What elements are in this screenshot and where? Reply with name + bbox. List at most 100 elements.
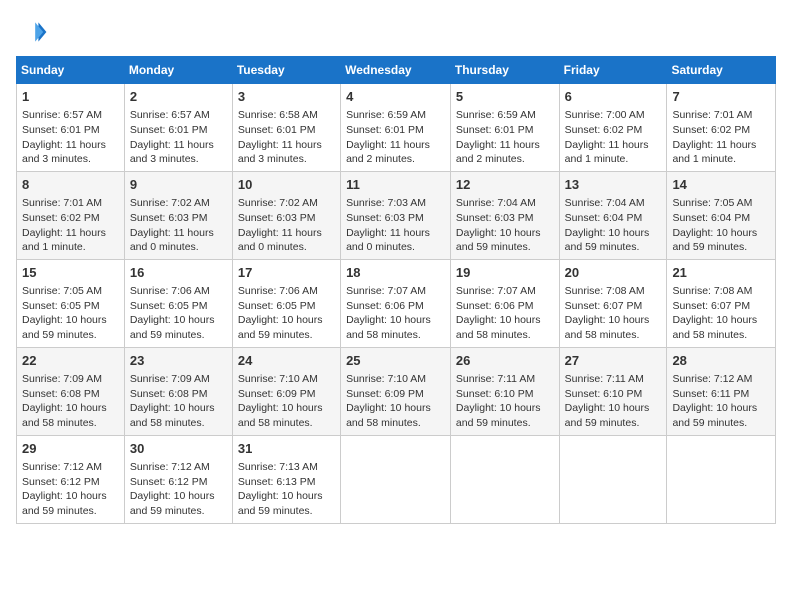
- calendar-cell: 20 Sunrise: 7:08 AM Sunset: 6:07 PM Dayl…: [559, 259, 667, 347]
- day-info: Sunrise: 7:13 AM Sunset: 6:13 PM Dayligh…: [238, 460, 335, 519]
- calendar-week-row: 22 Sunrise: 7:09 AM Sunset: 6:08 PM Dayl…: [17, 347, 776, 435]
- day-info: Sunrise: 7:05 AM Sunset: 6:05 PM Dayligh…: [22, 284, 119, 343]
- day-number: 23: [130, 352, 227, 370]
- day-info: Sunrise: 6:57 AM Sunset: 6:01 PM Dayligh…: [130, 108, 227, 167]
- day-info: Sunrise: 7:06 AM Sunset: 6:05 PM Dayligh…: [238, 284, 335, 343]
- day-info: Sunrise: 7:04 AM Sunset: 6:03 PM Dayligh…: [456, 196, 554, 255]
- calendar-cell: 17 Sunrise: 7:06 AM Sunset: 6:05 PM Dayl…: [232, 259, 340, 347]
- weekday-header: Friday: [559, 57, 667, 84]
- day-info: Sunrise: 7:07 AM Sunset: 6:06 PM Dayligh…: [456, 284, 554, 343]
- calendar-cell: 6 Sunrise: 7:00 AM Sunset: 6:02 PM Dayli…: [559, 84, 667, 172]
- calendar-cell: 15 Sunrise: 7:05 AM Sunset: 6:05 PM Dayl…: [17, 259, 125, 347]
- day-number: 6: [565, 88, 662, 106]
- day-number: 31: [238, 440, 335, 458]
- calendar-cell: 8 Sunrise: 7:01 AM Sunset: 6:02 PM Dayli…: [17, 171, 125, 259]
- day-number: 26: [456, 352, 554, 370]
- day-number: 22: [22, 352, 119, 370]
- day-info: Sunrise: 7:12 AM Sunset: 6:11 PM Dayligh…: [672, 372, 770, 431]
- weekday-header-row: SundayMondayTuesdayWednesdayThursdayFrid…: [17, 57, 776, 84]
- calendar-week-row: 15 Sunrise: 7:05 AM Sunset: 6:05 PM Dayl…: [17, 259, 776, 347]
- calendar-cell: 19 Sunrise: 7:07 AM Sunset: 6:06 PM Dayl…: [450, 259, 559, 347]
- day-number: 5: [456, 88, 554, 106]
- day-number: 14: [672, 176, 770, 194]
- calendar-cell: 18 Sunrise: 7:07 AM Sunset: 6:06 PM Dayl…: [341, 259, 451, 347]
- calendar-cell: 31 Sunrise: 7:13 AM Sunset: 6:13 PM Dayl…: [232, 435, 340, 523]
- day-number: 12: [456, 176, 554, 194]
- weekday-header: Wednesday: [341, 57, 451, 84]
- day-number: 7: [672, 88, 770, 106]
- day-info: Sunrise: 7:11 AM Sunset: 6:10 PM Dayligh…: [456, 372, 554, 431]
- calendar-cell: 12 Sunrise: 7:04 AM Sunset: 6:03 PM Dayl…: [450, 171, 559, 259]
- day-info: Sunrise: 7:01 AM Sunset: 6:02 PM Dayligh…: [22, 196, 119, 255]
- calendar-cell: 2 Sunrise: 6:57 AM Sunset: 6:01 PM Dayli…: [124, 84, 232, 172]
- day-number: 20: [565, 264, 662, 282]
- calendar-week-row: 1 Sunrise: 6:57 AM Sunset: 6:01 PM Dayli…: [17, 84, 776, 172]
- calendar-cell: 29 Sunrise: 7:12 AM Sunset: 6:12 PM Dayl…: [17, 435, 125, 523]
- calendar-table: SundayMondayTuesdayWednesdayThursdayFrid…: [16, 56, 776, 524]
- day-info: Sunrise: 7:02 AM Sunset: 6:03 PM Dayligh…: [130, 196, 227, 255]
- day-info: Sunrise: 7:10 AM Sunset: 6:09 PM Dayligh…: [346, 372, 445, 431]
- day-number: 16: [130, 264, 227, 282]
- day-info: Sunrise: 6:57 AM Sunset: 6:01 PM Dayligh…: [22, 108, 119, 167]
- calendar-cell: 14 Sunrise: 7:05 AM Sunset: 6:04 PM Dayl…: [667, 171, 776, 259]
- calendar-cell: [450, 435, 559, 523]
- day-number: 17: [238, 264, 335, 282]
- day-number: 18: [346, 264, 445, 282]
- day-info: Sunrise: 7:03 AM Sunset: 6:03 PM Dayligh…: [346, 196, 445, 255]
- day-info: Sunrise: 7:08 AM Sunset: 6:07 PM Dayligh…: [672, 284, 770, 343]
- calendar-cell: 5 Sunrise: 6:59 AM Sunset: 6:01 PM Dayli…: [450, 84, 559, 172]
- day-number: 25: [346, 352, 445, 370]
- day-number: 11: [346, 176, 445, 194]
- day-info: Sunrise: 6:59 AM Sunset: 6:01 PM Dayligh…: [456, 108, 554, 167]
- day-number: 15: [22, 264, 119, 282]
- day-number: 3: [238, 88, 335, 106]
- day-info: Sunrise: 7:07 AM Sunset: 6:06 PM Dayligh…: [346, 284, 445, 343]
- calendar-cell: [341, 435, 451, 523]
- calendar-week-row: 8 Sunrise: 7:01 AM Sunset: 6:02 PM Dayli…: [17, 171, 776, 259]
- calendar-cell: 11 Sunrise: 7:03 AM Sunset: 6:03 PM Dayl…: [341, 171, 451, 259]
- calendar-cell: 9 Sunrise: 7:02 AM Sunset: 6:03 PM Dayli…: [124, 171, 232, 259]
- day-info: Sunrise: 7:09 AM Sunset: 6:08 PM Dayligh…: [130, 372, 227, 431]
- calendar-cell: 25 Sunrise: 7:10 AM Sunset: 6:09 PM Dayl…: [341, 347, 451, 435]
- day-info: Sunrise: 7:06 AM Sunset: 6:05 PM Dayligh…: [130, 284, 227, 343]
- calendar-cell: [559, 435, 667, 523]
- header: [16, 16, 776, 48]
- day-number: 29: [22, 440, 119, 458]
- day-number: 2: [130, 88, 227, 106]
- calendar-cell: 24 Sunrise: 7:10 AM Sunset: 6:09 PM Dayl…: [232, 347, 340, 435]
- logo-icon: [16, 16, 48, 48]
- calendar-week-row: 29 Sunrise: 7:12 AM Sunset: 6:12 PM Dayl…: [17, 435, 776, 523]
- day-number: 10: [238, 176, 335, 194]
- day-info: Sunrise: 7:11 AM Sunset: 6:10 PM Dayligh…: [565, 372, 662, 431]
- page-container: SundayMondayTuesdayWednesdayThursdayFrid…: [16, 16, 776, 524]
- day-info: Sunrise: 7:10 AM Sunset: 6:09 PM Dayligh…: [238, 372, 335, 431]
- calendar-cell: 4 Sunrise: 6:59 AM Sunset: 6:01 PM Dayli…: [341, 84, 451, 172]
- day-info: Sunrise: 7:02 AM Sunset: 6:03 PM Dayligh…: [238, 196, 335, 255]
- calendar-cell: 27 Sunrise: 7:11 AM Sunset: 6:10 PM Dayl…: [559, 347, 667, 435]
- day-number: 30: [130, 440, 227, 458]
- day-info: Sunrise: 7:09 AM Sunset: 6:08 PM Dayligh…: [22, 372, 119, 431]
- weekday-header: Tuesday: [232, 57, 340, 84]
- day-info: Sunrise: 6:59 AM Sunset: 6:01 PM Dayligh…: [346, 108, 445, 167]
- calendar-cell: 23 Sunrise: 7:09 AM Sunset: 6:08 PM Dayl…: [124, 347, 232, 435]
- weekday-header: Sunday: [17, 57, 125, 84]
- calendar-cell: 22 Sunrise: 7:09 AM Sunset: 6:08 PM Dayl…: [17, 347, 125, 435]
- weekday-header: Monday: [124, 57, 232, 84]
- day-number: 1: [22, 88, 119, 106]
- day-number: 8: [22, 176, 119, 194]
- calendar-cell: 26 Sunrise: 7:11 AM Sunset: 6:10 PM Dayl…: [450, 347, 559, 435]
- calendar-cell: 10 Sunrise: 7:02 AM Sunset: 6:03 PM Dayl…: [232, 171, 340, 259]
- day-number: 4: [346, 88, 445, 106]
- day-info: Sunrise: 7:01 AM Sunset: 6:02 PM Dayligh…: [672, 108, 770, 167]
- logo: [16, 16, 52, 48]
- calendar-cell: 3 Sunrise: 6:58 AM Sunset: 6:01 PM Dayli…: [232, 84, 340, 172]
- day-info: Sunrise: 7:00 AM Sunset: 6:02 PM Dayligh…: [565, 108, 662, 167]
- calendar-cell: 21 Sunrise: 7:08 AM Sunset: 6:07 PM Dayl…: [667, 259, 776, 347]
- calendar-cell: 16 Sunrise: 7:06 AM Sunset: 6:05 PM Dayl…: [124, 259, 232, 347]
- weekday-header: Thursday: [450, 57, 559, 84]
- day-number: 24: [238, 352, 335, 370]
- day-info: Sunrise: 6:58 AM Sunset: 6:01 PM Dayligh…: [238, 108, 335, 167]
- calendar-cell: 1 Sunrise: 6:57 AM Sunset: 6:01 PM Dayli…: [17, 84, 125, 172]
- calendar-cell: 7 Sunrise: 7:01 AM Sunset: 6:02 PM Dayli…: [667, 84, 776, 172]
- day-number: 13: [565, 176, 662, 194]
